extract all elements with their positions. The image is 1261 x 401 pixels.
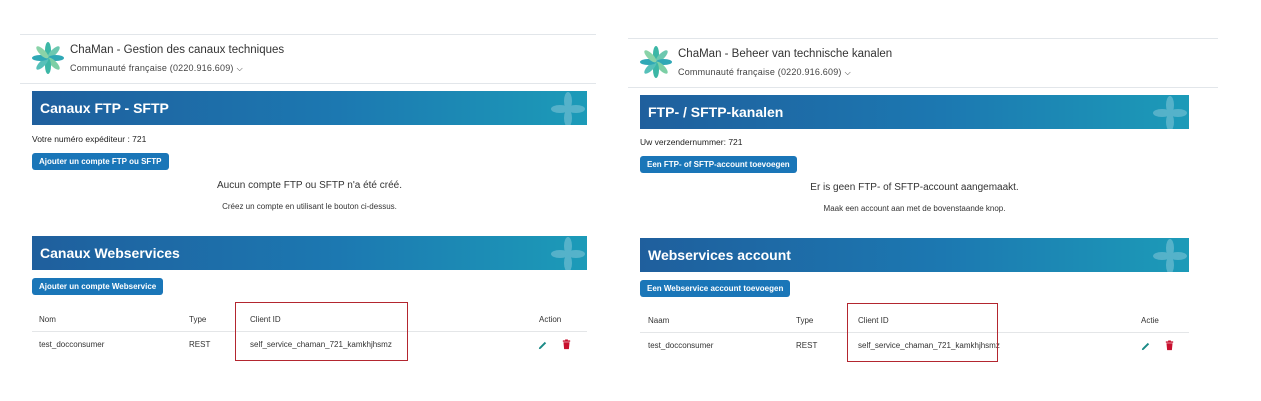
column-header-type: Type <box>189 315 207 324</box>
delete-trash-icon[interactable] <box>561 339 572 350</box>
row-type: REST <box>189 340 211 349</box>
add-webservice-account-button[interactable]: Ajouter un compte Webservice <box>32 278 164 295</box>
chaman-logo-icon <box>32 42 64 74</box>
column-header-name: Naam <box>648 316 670 325</box>
edit-pencil-icon[interactable] <box>1140 341 1151 352</box>
organization-label: Communauté française (0220.916.609) <box>678 67 842 77</box>
ftp-empty-message: Er is geen FTP- of SFTP-account aangemaa… <box>810 182 1019 193</box>
add-ftp-account-button[interactable]: Een FTP- of SFTP-account toevoegen <box>640 156 797 173</box>
sender-number: Votre numéro expéditeur : 721 <box>32 134 147 144</box>
add-webservice-account-button[interactable]: Een Webservice account toevoegen <box>640 280 791 297</box>
organization-label: Communauté française (0220.916.609) <box>70 63 234 73</box>
ftp-section-header: Canaux FTP - SFTP <box>32 91 587 125</box>
app-title: ChaMan - Gestion des canaux techniques <box>70 44 285 56</box>
leaf-decoration-icon <box>551 237 585 270</box>
add-ftp-account-button[interactable]: Ajouter un compte FTP ou SFTP <box>32 153 169 170</box>
chevron-down-icon[interactable]: ⌵ <box>237 64 243 73</box>
ftp-empty-message: Aucun compte FTP ou SFTP n'a été créé. <box>217 180 402 191</box>
row-type: REST <box>796 341 818 350</box>
leaf-decoration-icon <box>1153 239 1187 272</box>
column-header-name: Nom <box>39 315 56 324</box>
client-id-highlight-box <box>235 302 408 361</box>
row-name: test_docconsumer <box>39 340 105 349</box>
client-id-highlight-box <box>847 303 998 362</box>
ftp-section-header: FTP- / SFTP-kanalen <box>640 95 1189 129</box>
sender-number: Uw verzendernummer: 721 <box>640 137 743 147</box>
ftp-empty-hint: Créez un compte en utilisant le bouton c… <box>222 202 397 211</box>
row-name: test_docconsumer <box>648 341 714 350</box>
leaf-decoration-icon <box>551 92 585 125</box>
ftp-empty-hint: Maak een account aan met de bovenstaande… <box>823 204 1006 213</box>
panel-french: ChaMan - Gestion des canaux techniques C… <box>20 34 596 384</box>
chevron-down-icon[interactable]: ⌵ <box>845 68 851 77</box>
webservice-section-title: Canaux Webservices <box>40 245 180 261</box>
chaman-logo-icon <box>640 46 672 78</box>
column-header-type: Type <box>796 316 814 325</box>
organization-selector[interactable]: Communauté française (0220.916.609) ⌵ <box>70 63 243 74</box>
app-title: ChaMan - Beheer van technische kanalen <box>678 48 893 60</box>
delete-trash-icon[interactable] <box>1164 340 1175 351</box>
ftp-section-title: FTP- / SFTP-kanalen <box>648 104 784 120</box>
column-header-action: Actie <box>1141 316 1159 325</box>
webservice-section-header: Canaux Webservices <box>32 236 587 270</box>
edit-pencil-icon[interactable] <box>537 340 548 351</box>
panel-dutch: ChaMan - Beheer van technische kanalen C… <box>628 34 1218 384</box>
app-header: ChaMan - Gestion des canaux techniques C… <box>20 34 596 84</box>
webservice-section-title: Webservices account <box>648 247 791 263</box>
column-header-action: Action <box>539 315 562 324</box>
app-header: ChaMan - Beheer van technische kanalen C… <box>628 38 1218 88</box>
organization-selector[interactable]: Communauté française (0220.916.609) ⌵ <box>678 67 851 78</box>
leaf-decoration-icon <box>1153 96 1187 129</box>
webservice-section-header: Webservices account <box>640 238 1189 272</box>
ftp-section-title: Canaux FTP - SFTP <box>40 100 169 116</box>
